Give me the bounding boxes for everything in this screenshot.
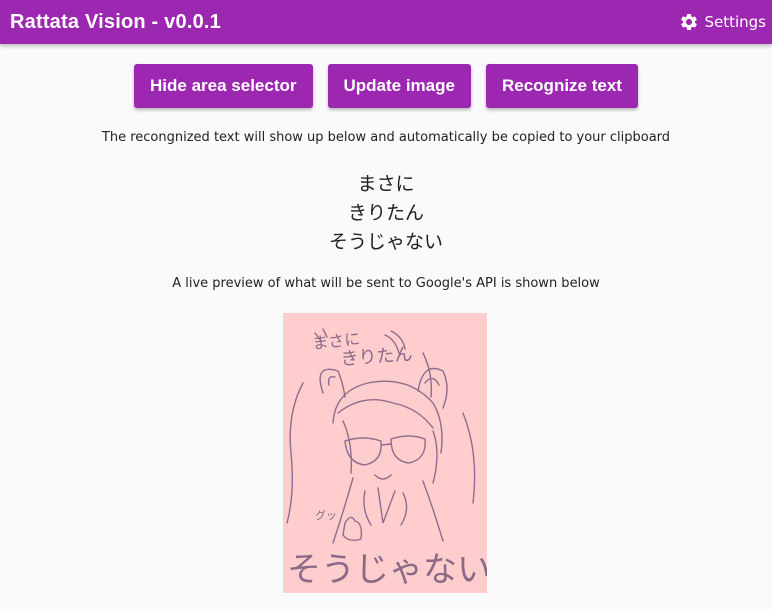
settings-button[interactable]: Settings [679,12,772,32]
recognized-line: きりたん [347,202,424,224]
update-image-button[interactable]: Update image [327,64,471,108]
bubble-text-2: きりたん [340,344,413,370]
hide-area-selector-button[interactable]: Hide area selector [134,64,313,108]
recognized-text: まさに きりたん そうじゃない [0,170,772,257]
app-title: Rattata Vision - v0.0.1 [10,10,221,33]
live-preview-image: まさに きりたん グッ そうじゃない [283,313,487,593]
settings-label: Settings [704,13,766,31]
recognize-text-button[interactable]: Recognize text [485,64,638,108]
recognized-line: まさに [357,173,415,195]
side-text: グッ [315,508,337,522]
bottom-text: そうじゃない [287,550,487,590]
recognized-line: そうじゃない [328,231,443,253]
sketch-drawing: まさに きりたん グッ そうじゃない [286,328,487,590]
action-toolbar: Hide area selector Update image Recogniz… [0,64,772,108]
app-bar: Rattata Vision - v0.0.1 Settings [0,0,772,44]
gear-icon [679,12,699,32]
preview-note: A live preview of what will be sent to G… [172,276,600,291]
recognized-text-note: The recongnized text will show up below … [101,130,671,145]
